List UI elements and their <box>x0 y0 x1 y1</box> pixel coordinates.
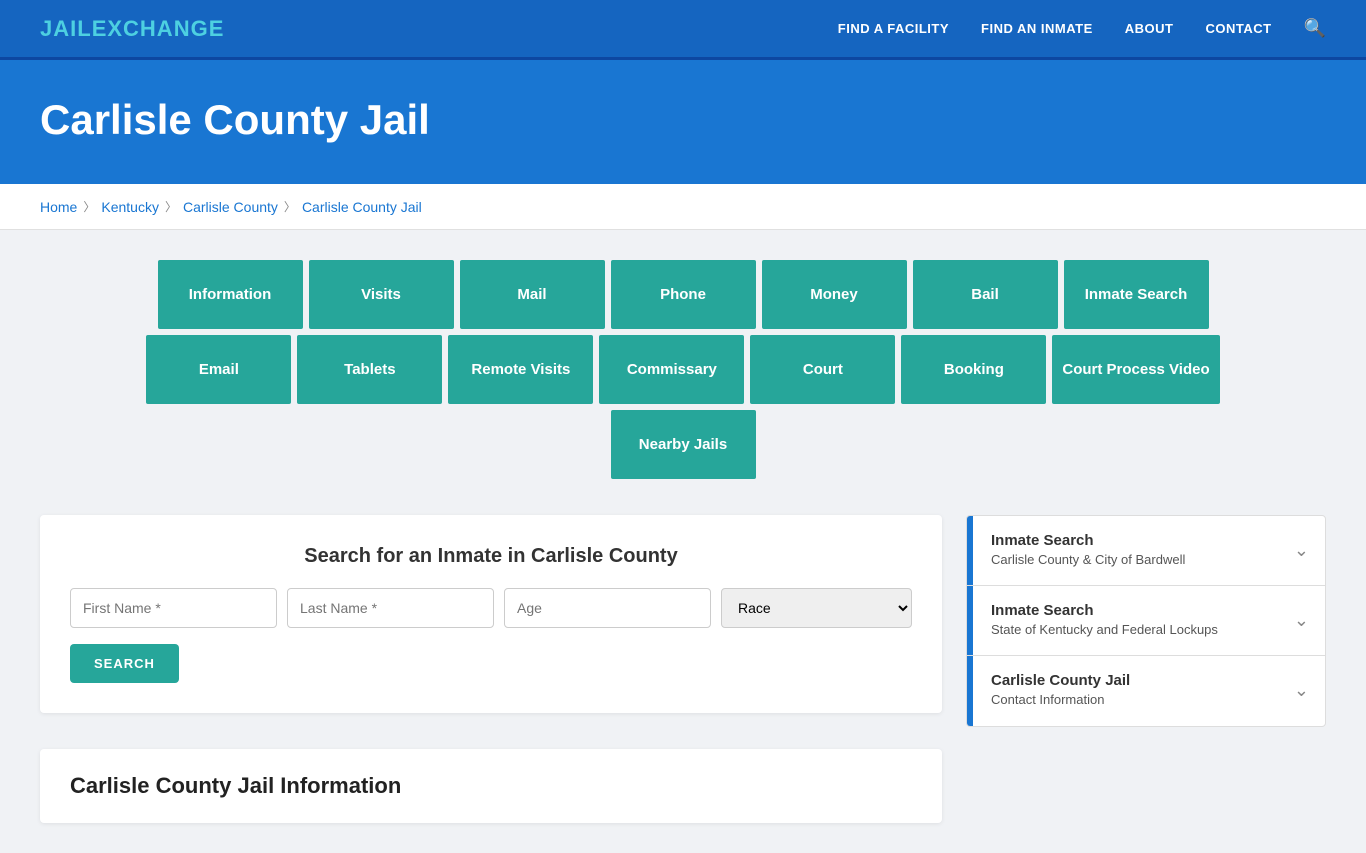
first-name-input[interactable] <box>70 588 277 628</box>
tile-inmate-search[interactable]: Inmate Search <box>1064 260 1209 329</box>
tile-visits[interactable]: Visits <box>309 260 454 329</box>
breadcrumb-jail[interactable]: Carlisle County Jail <box>302 199 422 215</box>
tile-booking[interactable]: Booking <box>901 335 1046 404</box>
tile-row-2: Email Tablets Remote Visits Commissary C… <box>146 335 1219 404</box>
tile-court[interactable]: Court <box>750 335 895 404</box>
navbar: JAILEXCHANGE FIND A FACILITY FIND AN INM… <box>0 0 1366 60</box>
panel-item-inmate-state: Inmate Search State of Kentucky and Fede… <box>967 586 1325 656</box>
panel-body-inmate-state: Inmate Search State of Kentucky and Fede… <box>973 586 1278 655</box>
page-title: Carlisle County Jail <box>40 96 1326 144</box>
info-section-heading: Carlisle County Jail Information <box>70 773 912 799</box>
search-button[interactable]: SEARCH <box>70 644 179 683</box>
tile-remote-visits[interactable]: Remote Visits <box>448 335 593 404</box>
logo[interactable]: JAILEXCHANGE <box>40 16 224 42</box>
nav-links: FIND A FACILITY FIND AN INMATE ABOUT CON… <box>838 18 1326 39</box>
panel-body-inmate-local: Inmate Search Carlisle County & City of … <box>973 516 1278 585</box>
search-fields: Race White Black Hispanic Asian Other <box>70 588 912 628</box>
panel-body-contact: Carlisle County Jail Contact Information <box>973 656 1278 725</box>
info-section: Carlisle County Jail Information <box>40 749 942 823</box>
left-column: Search for an Inmate in Carlisle County … <box>40 515 942 823</box>
last-name-input[interactable] <box>287 588 494 628</box>
nav-about[interactable]: ABOUT <box>1125 21 1174 36</box>
logo-part1: JAIL <box>40 16 92 41</box>
race-select[interactable]: Race White Black Hispanic Asian Other <box>721 588 912 628</box>
tile-row-1: Information Visits Mail Phone Money Bail… <box>158 260 1209 329</box>
tile-information[interactable]: Information <box>158 260 303 329</box>
panel-chevron-inmate-local[interactable]: ⌄ <box>1278 516 1325 585</box>
search-form-title: Search for an Inmate in Carlisle County <box>70 545 912 568</box>
panel-chevron-inmate-state[interactable]: ⌄ <box>1278 586 1325 655</box>
logo-part2: EXCHANGE <box>92 16 225 41</box>
breadcrumb-county[interactable]: Carlisle County <box>183 199 278 215</box>
nav-find-facility[interactable]: FIND A FACILITY <box>838 21 949 36</box>
tile-grid: Information Visits Mail Phone Money Bail… <box>40 260 1326 485</box>
breadcrumb: Home 〉 Kentucky 〉 Carlisle County 〉 Carl… <box>0 184 1366 230</box>
panel-subtitle-inmate-local: Carlisle County & City of Bardwell <box>991 551 1260 569</box>
tile-mail[interactable]: Mail <box>460 260 605 329</box>
breadcrumb-sep3: 〉 <box>284 198 296 215</box>
panel-subtitle-contact: Contact Information <box>991 691 1260 709</box>
panel-chevron-contact[interactable]: ⌄ <box>1278 656 1325 725</box>
breadcrumb-home[interactable]: Home <box>40 199 77 215</box>
main-content: Information Visits Mail Phone Money Bail… <box>0 230 1366 853</box>
panel-item-contact: Carlisle County Jail Contact Information… <box>967 656 1325 725</box>
breadcrumb-kentucky[interactable]: Kentucky <box>101 199 159 215</box>
nav-contact[interactable]: CONTACT <box>1205 21 1271 36</box>
hero-section: Carlisle County Jail <box>0 60 1366 184</box>
panel-title-contact: Carlisle County Jail <box>991 672 1260 689</box>
tile-email[interactable]: Email <box>146 335 291 404</box>
breadcrumb-sep2: 〉 <box>165 198 177 215</box>
tile-money[interactable]: Money <box>762 260 907 329</box>
tile-phone[interactable]: Phone <box>611 260 756 329</box>
panel-title-inmate-local: Inmate Search <box>991 532 1260 549</box>
tile-court-process-video[interactable]: Court Process Video <box>1052 335 1219 404</box>
tile-commissary[interactable]: Commissary <box>599 335 744 404</box>
tile-bail[interactable]: Bail <box>913 260 1058 329</box>
tile-tablets[interactable]: Tablets <box>297 335 442 404</box>
search-icon[interactable]: 🔍 <box>1304 18 1326 39</box>
age-input[interactable] <box>504 588 711 628</box>
bottom-section: Search for an Inmate in Carlisle County … <box>40 515 1326 823</box>
tile-nearby-jails[interactable]: Nearby Jails <box>611 410 756 479</box>
sidebar-panels: Inmate Search Carlisle County & City of … <box>966 515 1326 727</box>
inmate-search-form: Search for an Inmate in Carlisle County … <box>40 515 942 713</box>
panel-subtitle-inmate-state: State of Kentucky and Federal Lockups <box>991 621 1260 639</box>
panel-item-inmate-local: Inmate Search Carlisle County & City of … <box>967 516 1325 586</box>
tile-row-3: Nearby Jails <box>611 410 756 479</box>
panel-title-inmate-state: Inmate Search <box>991 602 1260 619</box>
breadcrumb-sep1: 〉 <box>83 198 95 215</box>
nav-find-inmate[interactable]: FIND AN INMATE <box>981 21 1093 36</box>
